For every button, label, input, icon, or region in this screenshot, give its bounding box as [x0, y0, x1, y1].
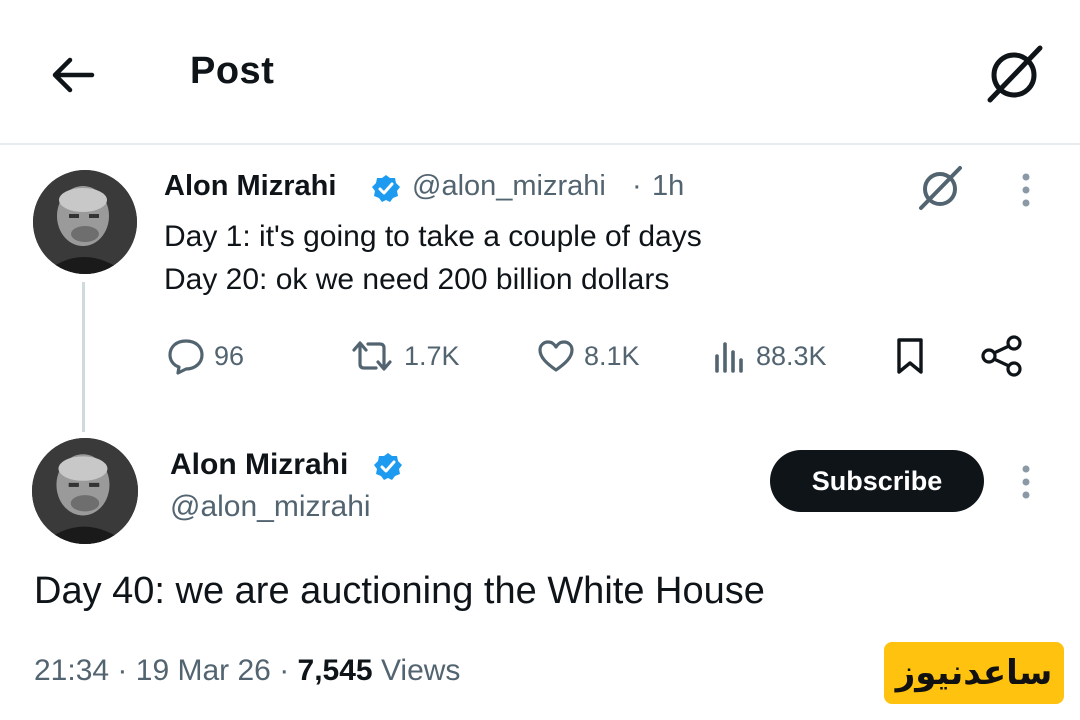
page-title: Post: [190, 50, 275, 92]
views-button[interactable]: 88.3K: [712, 334, 827, 378]
grok-icon: [987, 45, 1043, 103]
more-options-button[interactable]: [1008, 168, 1044, 212]
more-vertical-icon: [1022, 465, 1030, 499]
retweet-icon: [352, 341, 392, 371]
views-label: Views: [380, 654, 461, 687]
verified-badge-icon: [374, 453, 402, 480]
author-name[interactable]: Alon Mizrahi: [164, 170, 336, 203]
more-vertical-icon: [1022, 173, 1030, 207]
watermark-logo: ساعدنیوز: [884, 642, 1064, 704]
bookmark-icon: [897, 338, 923, 374]
share-button[interactable]: [978, 334, 1026, 378]
separator-dot: ·: [279, 654, 290, 687]
separator-dot: ·: [117, 654, 128, 687]
reply-count: 96: [214, 340, 245, 371]
bookmark-button[interactable]: [890, 334, 930, 378]
tweet-text: Day 40: we are auctioning the White Hous…: [34, 570, 765, 612]
author-name[interactable]: Alon Mizrahi: [170, 448, 348, 482]
post-time[interactable]: 21:34: [34, 654, 109, 687]
reply-button[interactable]: 96: [166, 334, 244, 378]
separator-dot: ·: [632, 170, 642, 202]
views-count: 88.3K: [756, 340, 827, 371]
retweet-count: 1.7K: [404, 340, 460, 371]
verified-badge-icon: [372, 175, 400, 202]
author-handle[interactable]: @alon_mizrahi: [412, 170, 606, 203]
more-options-button[interactable]: [1008, 460, 1044, 504]
watermark-text: ساعدنیوز: [895, 654, 1053, 692]
header-divider: [0, 143, 1080, 145]
like-count: 8.1K: [584, 340, 640, 371]
retweet-button[interactable]: 1.7K: [348, 334, 460, 378]
arrow-left-icon: [52, 57, 95, 93]
thread-connector: [82, 282, 85, 432]
post-metadata: 21:34 · 19 Mar 26 · 7,545 Views: [34, 654, 460, 688]
tweet-text-line: Day 20: ok we need 200 billion dollars: [164, 263, 670, 296]
author-handle[interactable]: @alon_mizrahi: [170, 490, 371, 524]
post-date[interactable]: 19 Mar 26: [136, 654, 271, 687]
avatar[interactable]: [33, 170, 137, 274]
tweet-text-line: Day 1: it's going to take a couple of da…: [164, 220, 702, 253]
share-icon: [981, 335, 1022, 377]
back-button[interactable]: [40, 44, 106, 106]
heart-icon: [538, 340, 574, 372]
reply-icon: [168, 339, 204, 375]
post-time[interactable]: 1h: [652, 170, 684, 203]
like-button[interactable]: 8.1K: [536, 334, 640, 378]
grok-button[interactable]: [978, 38, 1050, 110]
grok-icon: [919, 166, 962, 210]
subscribe-button[interactable]: Subscribe: [770, 450, 984, 512]
grok-explain-button[interactable]: [912, 160, 968, 216]
views-total[interactable]: 7,545: [298, 654, 373, 687]
avatar[interactable]: [32, 438, 138, 544]
views-icon: [715, 342, 743, 373]
